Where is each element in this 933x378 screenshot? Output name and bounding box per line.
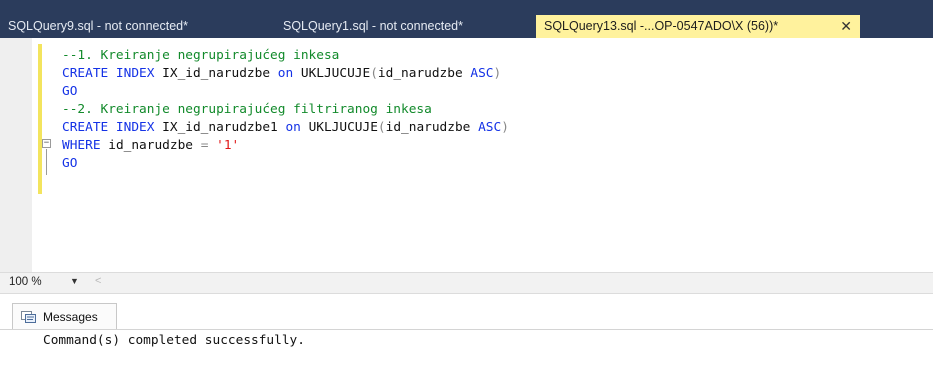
code-line: GO (62, 83, 509, 101)
outline-line (46, 149, 47, 175)
code-line: CREATE INDEX IX_id_narudzbe on UKLJUCUJE… (62, 65, 509, 83)
code-line: --1. Kreiranje negrupirajućeg inkesa (62, 47, 509, 65)
keyword-text: CREATE INDEX (62, 66, 155, 81)
query-editor[interactable]: − --1. Kreiranje negrupirajućeg inkesa C… (0, 38, 933, 272)
zoom-bar: 100 % ▼ < (0, 272, 933, 294)
keyword-text: ASC (478, 120, 502, 135)
identifier-text: UKLJUCUJE (293, 66, 371, 81)
keyword-text: on (277, 66, 294, 81)
chevron-down-icon[interactable]: ▼ (70, 276, 79, 286)
identifier-text: UKLJUCUJE (300, 120, 378, 135)
results-panel: Messages Command(s) completed successful… (0, 294, 933, 378)
code-line: --2. Kreiranje negrupirajućeg filtrirano… (62, 101, 509, 119)
punctuation-text: ) (501, 120, 509, 135)
comment-text: --2. Kreiranje negrupirajućeg filtrirano… (62, 102, 432, 117)
keyword-text: WHERE (62, 138, 101, 153)
tab-label: SQLQuery1.sql - not connected* (283, 19, 463, 33)
scroll-left-arrow[interactable]: < (95, 275, 101, 287)
messages-icon (21, 311, 36, 323)
punctuation-text: ) (493, 66, 502, 81)
divider (0, 329, 933, 330)
change-tracking-bar (38, 44, 42, 194)
identifier-text: id_narudzbe (100, 138, 201, 153)
code-line: GO (62, 155, 509, 173)
keyword-text: GO (62, 156, 78, 171)
editor-gutter (0, 38, 32, 272)
identifier-text: id_narudzbe (377, 66, 471, 81)
zoom-level[interactable]: 100 % (9, 276, 42, 288)
identifier-text: id_narudzbe (385, 120, 479, 135)
identifier-text: IX_id_narudzbe1 (154, 120, 286, 135)
keyword-text: GO (62, 84, 78, 99)
code-line: CREATE INDEX IX_id_narudzbe1 on UKLJUCUJ… (62, 119, 509, 137)
keyword-text: ASC (470, 66, 494, 81)
code-line: WHERE id_narudzbe = '1' (62, 137, 509, 155)
punctuation-text: ( (377, 120, 386, 135)
string-literal: '1' (216, 138, 240, 153)
code-area[interactable]: --1. Kreiranje negrupirajućeg inkesa CRE… (62, 47, 509, 173)
tab-label: SQLQuery9.sql - not connected* (8, 19, 188, 33)
punctuation-text: ( (370, 66, 378, 81)
document-tab-bar: SQLQuery9.sql - not connected* SQLQuery1… (0, 0, 933, 39)
result-message: Command(s) completed successfully. (43, 333, 305, 348)
tab-sqlquery1[interactable]: SQLQuery1.sql - not connected* (275, 15, 530, 38)
tab-sqlquery9[interactable]: SQLQuery9.sql - not connected* (0, 15, 262, 38)
messages-tab[interactable]: Messages (12, 303, 117, 329)
messages-tab-label: Messages (43, 310, 98, 324)
keyword-text: on (285, 120, 301, 135)
comment-text: --1. Kreiranje negrupirajućeg inkesa (62, 48, 340, 63)
tab-sqlquery13[interactable]: SQLQuery13.sql -...OP-0547ADO\X (56))* ✕ (536, 15, 860, 39)
close-icon[interactable]: ✕ (840, 15, 852, 38)
identifier-text: IX_id_narudzbe (154, 66, 278, 81)
keyword-text: CREATE INDEX (62, 120, 155, 135)
tab-label: SQLQuery13.sql -...OP-0547ADO\X (56))* (544, 19, 779, 33)
collapse-icon[interactable]: − (42, 139, 51, 148)
